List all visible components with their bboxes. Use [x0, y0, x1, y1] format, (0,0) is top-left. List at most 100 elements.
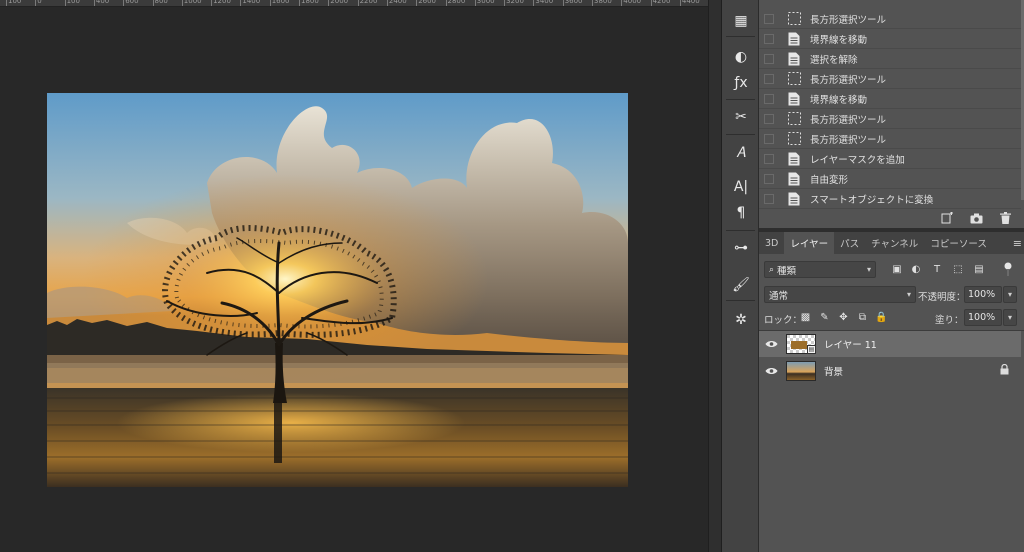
document-icon: [787, 32, 801, 46]
brush-settings-icon[interactable]: ⊶: [728, 237, 754, 259]
ruler-label: 3000: [476, 0, 495, 5]
canvas-vertical-scrollbar[interactable]: [708, 0, 722, 552]
eye-icon[interactable]: [764, 367, 778, 375]
trash-icon[interactable]: [998, 211, 1012, 225]
paragraph-icon[interactable]: ¶: [728, 202, 754, 224]
history-item[interactable]: 自由変形: [759, 169, 1021, 189]
3d-axis-icon[interactable]: ✲: [728, 309, 754, 331]
document-icon: [787, 52, 801, 66]
lock-transparent-pixels-icon[interactable]: ▩: [799, 311, 812, 324]
ruler-label: 2000: [330, 0, 349, 5]
adjustment-icon[interactable]: ◐: [728, 46, 754, 68]
ruler-tick: [357, 0, 359, 6]
ruler-tick: [504, 0, 506, 6]
tab-0[interactable]: 3D: [759, 232, 784, 254]
ruler-tick: [562, 0, 564, 6]
grid-icon[interactable]: ▦: [728, 10, 754, 32]
ruler-tick: [211, 0, 213, 6]
brush-icon[interactable]: 🖌: [728, 274, 754, 296]
opacity-field[interactable]: 100%: [964, 286, 1002, 303]
tab-4[interactable]: コピーソース: [924, 232, 993, 254]
ruler-tick: [152, 0, 154, 6]
history-item[interactable]: スマートオブジェクトに変換: [759, 189, 1021, 209]
document-icon: [787, 172, 801, 186]
history-source-checkbox[interactable]: [764, 13, 774, 24]
type-filter-icon[interactable]: T: [930, 263, 944, 276]
ruler-label: 1200: [213, 0, 231, 5]
panel-icon-strip: ▦ ◐ ƒx ✂ 𝐴 A| ¶ ⊶ 🖌 ✲: [722, 0, 759, 552]
ruler-tick: [93, 0, 95, 6]
adjustment-filter-icon[interactable]: ◐: [909, 263, 923, 276]
character-icon[interactable]: A|: [728, 176, 754, 198]
camera-snapshot-icon[interactable]: [969, 211, 983, 225]
ruler-tick: [533, 0, 535, 6]
history-item[interactable]: 長方形選択ツール: [759, 69, 1021, 89]
pixel-filter-icon[interactable]: ▣: [890, 263, 904, 276]
lock-artboard-icon[interactable]: ⧉: [856, 311, 869, 324]
layer-row[interactable]: 背景: [759, 358, 1021, 384]
lock-icon[interactable]: [1000, 363, 1009, 378]
layer-thumbnail[interactable]: [786, 361, 816, 381]
lock-position-icon[interactable]: ✥: [837, 311, 850, 324]
tab-3[interactable]: チャンネル: [865, 232, 924, 254]
history-item[interactable]: 境界線を移動: [759, 29, 1021, 49]
history-source-checkbox[interactable]: [764, 73, 774, 84]
ruler-label: 0: [37, 0, 42, 5]
marquee-icon: [787, 12, 801, 26]
history-item[interactable]: 境界線を移動: [759, 89, 1021, 109]
history-source-checkbox[interactable]: [764, 93, 774, 104]
ruler-tick: [650, 0, 652, 6]
tool-separator: [726, 300, 755, 301]
tab-1[interactable]: レイヤー: [784, 232, 835, 254]
blend-mode-value: 通常: [769, 290, 789, 302]
history-source-checkbox[interactable]: [764, 33, 774, 44]
lock-image-pixels-icon[interactable]: ✎: [818, 311, 831, 324]
history-item[interactable]: レイヤーマスクを追加: [759, 149, 1021, 169]
smart-object-filter-icon[interactable]: ▤: [972, 263, 986, 276]
ruler-label: 2200: [359, 0, 378, 5]
layer-thumbnail[interactable]: ▤: [786, 334, 816, 354]
history-source-checkbox[interactable]: [764, 133, 774, 144]
tool-separator: [726, 230, 755, 231]
layer-filter-select[interactable]: ⌕ 種類 ▾: [764, 261, 876, 278]
history-source-checkbox[interactable]: [764, 193, 774, 204]
ruler-tick: [386, 0, 388, 6]
layer-filter-value: 種類: [777, 265, 797, 277]
eye-icon[interactable]: [764, 340, 778, 348]
ruler-tick: [64, 0, 66, 6]
ruler-tick: [416, 0, 418, 6]
history-item[interactable]: 長方形選択ツール: [759, 129, 1021, 149]
horizontal-ruler[interactable]: 100 0 100 400 600 800 1000 1200 1400 1600 1800 2000…: [0, 0, 708, 7]
new-document-from-state-icon[interactable]: [940, 211, 954, 225]
history-source-checkbox[interactable]: [764, 53, 774, 64]
history-item[interactable]: 長方形選択ツール: [759, 109, 1021, 129]
glyph-icon[interactable]: 𝐴: [728, 142, 754, 164]
history-source-checkbox[interactable]: [764, 153, 774, 164]
ruler-tick: [269, 0, 271, 6]
opacity-dropdown-icon[interactable]: ▾: [1003, 286, 1017, 303]
shape-filter-icon[interactable]: ⬚: [951, 263, 965, 276]
blend-mode-select[interactable]: 通常 ▾: [764, 286, 916, 303]
ruler-tick: [6, 0, 7, 6]
history-item[interactable]: 選択を解除: [759, 49, 1021, 69]
history-source-checkbox[interactable]: [764, 113, 774, 124]
panel-menu-icon[interactable]: ≡: [1013, 232, 1024, 254]
fx-icon[interactable]: ƒx: [728, 72, 754, 94]
chevron-down-icon: ▾: [906, 290, 911, 299]
fill-field[interactable]: 100%: [964, 309, 1002, 326]
sunset-tree-photo[interactable]: [47, 93, 628, 487]
history-item-label: 長方形選択ツール: [810, 74, 887, 86]
document-canvas[interactable]: [0, 7, 708, 552]
ruler-label: 3800: [594, 0, 612, 5]
fill-dropdown-icon[interactable]: ▾: [1003, 309, 1017, 326]
history-item[interactable]: 長方形選択ツール: [759, 9, 1021, 29]
tab-2[interactable]: パス: [834, 232, 865, 254]
marquee-icon: [787, 112, 801, 126]
filter-toggle-icon[interactable]: [1004, 262, 1012, 276]
ruler-label: 100: [8, 0, 22, 5]
history-source-checkbox[interactable]: [764, 173, 774, 184]
lock-all-icon[interactable]: 🔒: [875, 311, 888, 324]
tool-presets-icon[interactable]: ✂: [728, 106, 754, 128]
layer-row[interactable]: ▤ レイヤー 11: [759, 331, 1021, 357]
ruler-tick: [123, 0, 125, 6]
